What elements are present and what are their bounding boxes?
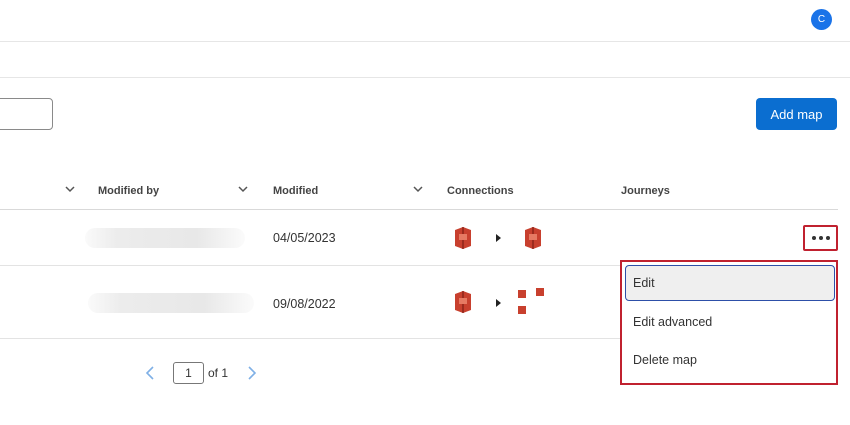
salesforce-icon bbox=[452, 226, 474, 255]
column-header-connections: Connections bbox=[447, 185, 514, 197]
page-number-input[interactable]: 1 bbox=[173, 362, 204, 384]
column-header-modified-by[interactable]: Modified by bbox=[98, 185, 159, 197]
sort-chevron-icon[interactable] bbox=[237, 183, 249, 195]
arrow-right-icon bbox=[496, 299, 501, 307]
salesforce-icon bbox=[522, 226, 544, 255]
multi-object-icon bbox=[516, 288, 548, 323]
user-avatar[interactable]: C bbox=[811, 9, 832, 30]
redacted-user bbox=[88, 293, 254, 313]
menu-item-edit[interactable]: Edit bbox=[625, 265, 835, 301]
sub-bar bbox=[0, 42, 850, 78]
column-header-modified[interactable]: Modified bbox=[273, 185, 318, 197]
modified-date: 09/08/2022 bbox=[273, 297, 336, 311]
salesforce-icon bbox=[452, 290, 474, 319]
header-divider bbox=[0, 209, 838, 210]
add-map-button[interactable]: Add map bbox=[756, 98, 837, 130]
page-count: of 1 bbox=[208, 366, 229, 380]
modified-date: 04/05/2023 bbox=[273, 231, 336, 245]
menu-item-edit-advanced[interactable]: Edit advanced bbox=[625, 304, 835, 340]
previous-page-icon[interactable] bbox=[145, 366, 155, 380]
menu-item-delete-map[interactable]: Delete map bbox=[625, 342, 835, 378]
next-page-icon[interactable] bbox=[247, 366, 257, 380]
more-actions-button[interactable] bbox=[803, 225, 838, 251]
column-header-journeys: Journeys bbox=[621, 185, 670, 197]
row-actions-menu: Edit Edit advanced Delete map bbox=[620, 260, 838, 385]
sort-chevron-icon[interactable] bbox=[64, 183, 76, 195]
arrow-right-icon bbox=[496, 234, 501, 242]
redacted-user bbox=[85, 228, 245, 248]
sort-chevron-icon[interactable] bbox=[412, 183, 424, 195]
search-input[interactable] bbox=[0, 98, 53, 130]
ellipsis-icon bbox=[811, 236, 816, 240]
top-bar: C bbox=[0, 0, 850, 42]
